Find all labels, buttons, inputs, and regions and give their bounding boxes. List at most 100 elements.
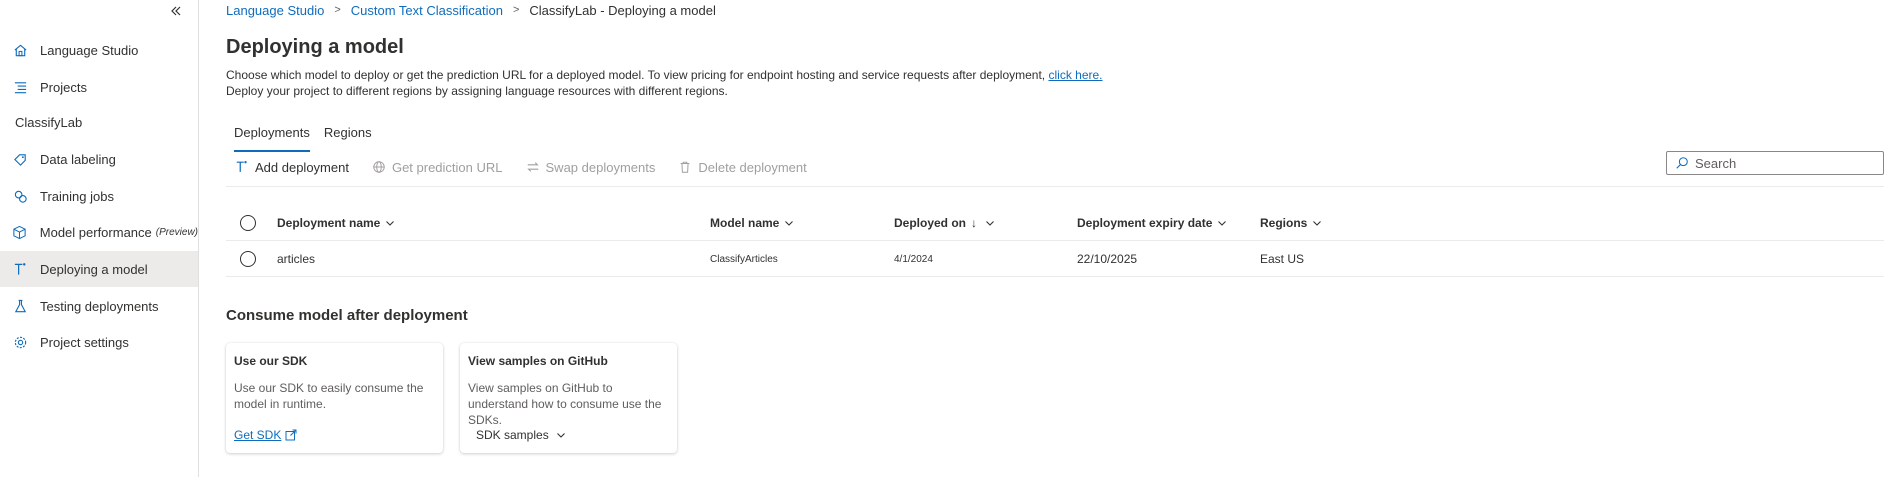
deploy-icon — [234, 159, 250, 175]
sidebar-item-project-settings[interactable]: Project settings — [0, 324, 198, 360]
sdk-samples-dropdown[interactable]: SDK samples — [476, 428, 566, 442]
sidebar-item-projects[interactable]: Projects — [0, 69, 198, 105]
breadcrumb-link-language-studio[interactable]: Language Studio — [226, 3, 324, 18]
project-name: ClassifyLab — [15, 115, 83, 130]
column-header-label: Regions — [1260, 216, 1308, 230]
select-all-radio-cell — [240, 205, 256, 241]
sdk-samples-label: SDK samples — [476, 428, 549, 442]
preview-tag: (Preview) — [155, 226, 198, 238]
chevron-down-icon — [1217, 218, 1227, 228]
external-link-icon — [285, 429, 297, 441]
breadcrumb: Language Studio > Custom Text Classifica… — [226, 0, 716, 20]
breadcrumb-link-custom-text-classification[interactable]: Custom Text Classification — [351, 3, 503, 18]
flask-icon — [12, 298, 28, 314]
cell-region: East US — [1260, 252, 1305, 266]
gear-icon — [12, 334, 28, 350]
cell-expiry-date: 22/10/2025 — [1077, 252, 1138, 266]
breadcrumb-current: ClassifyLab - Deploying a model — [529, 2, 716, 18]
chevron-down-icon — [1312, 218, 1322, 228]
get-sdk-link[interactable]: Get SDK — [234, 428, 297, 442]
sidebar-item-deploying-a-model[interactable]: Deploying a model — [0, 251, 198, 287]
description-line-2: Deploy your project to different regions… — [226, 84, 728, 98]
description-line-1: Choose which model to deploy or get the … — [226, 68, 1046, 82]
list-icon — [12, 79, 28, 95]
page-title: Deploying a model — [226, 36, 404, 58]
column-header-label: Model name — [710, 216, 780, 230]
page-description: Choose which model to deploy or get the … — [226, 67, 1103, 99]
sidebar: Language Studio Projects ClassifyLab Dat… — [0, 0, 199, 477]
column-header-model-name[interactable]: Model name — [710, 205, 794, 241]
delete-deployment-label: Delete deployment — [698, 159, 807, 175]
deployments-table: Deployment name Model name Deployed on ↓… — [226, 205, 1884, 277]
add-deployment-button[interactable]: Add deployment — [226, 159, 349, 175]
column-header-label: Deployment name — [277, 216, 381, 230]
divider — [226, 186, 1884, 187]
table-row[interactable]: articles ClassifyArticles 4/1/2024 22/10… — [226, 241, 1884, 277]
chevron-down-icon — [556, 430, 566, 440]
column-header-deployed-on[interactable]: Deployed on ↓ — [894, 205, 995, 241]
get-sdk-label: Get SDK — [234, 428, 282, 442]
home-icon — [12, 42, 28, 58]
command-bar: Add deployment Get prediction URL Swap d… — [226, 155, 821, 179]
table-header-row: Deployment name Model name Deployed on ↓… — [226, 205, 1884, 241]
get-prediction-url-label: Get prediction URL — [391, 159, 503, 175]
column-header-deployment-expiry-date[interactable]: Deployment expiry date — [1077, 205, 1227, 241]
row-radio-cell — [240, 241, 256, 277]
consume-section-title: Consume model after deployment — [226, 307, 468, 324]
chevron-down-icon — [784, 218, 794, 228]
collapse-sidebar-icon[interactable] — [166, 2, 186, 20]
chevron-right-icon: > — [512, 4, 520, 16]
sidebar-item-language-studio[interactable]: Language Studio — [0, 32, 198, 68]
select-all-radio[interactable] — [240, 215, 256, 231]
chevron-down-icon — [385, 218, 395, 228]
sidebar-item-label: Testing deployments — [40, 298, 159, 314]
pricing-link[interactable]: click here. — [1048, 68, 1102, 82]
cube-icon — [12, 224, 28, 240]
card-description: Use our SDK to easily consume the model … — [234, 381, 424, 411]
add-deployment-label: Add deployment — [255, 159, 349, 175]
tab-list: Deployments Regions — [226, 117, 386, 152]
card-title: View samples on GitHub — [468, 354, 608, 368]
sidebar-item-label: Model performance — [39, 224, 152, 240]
sidebar-item-label: Training jobs — [40, 188, 114, 204]
swap-deployments-button[interactable]: Swap deployments — [517, 159, 656, 175]
search-icon — [1675, 156, 1691, 170]
swap-deployments-label: Swap deployments — [545, 159, 656, 175]
chevron-right-icon: > — [334, 4, 341, 16]
cell-deployment-name: articles — [277, 252, 316, 266]
column-header-label: Deployed on — [894, 216, 967, 230]
swap-icon — [525, 159, 541, 175]
deploy-icon — [12, 261, 28, 277]
get-prediction-url-button[interactable]: Get prediction URL — [363, 159, 503, 175]
sidebar-item-testing-deployments[interactable]: Testing deployments — [0, 288, 198, 324]
sidebar-item-data-labeling[interactable]: Data labeling — [0, 141, 198, 177]
delete-deployment-button[interactable]: Delete deployment — [669, 159, 807, 175]
sort-descending-icon: ↓ — [971, 216, 978, 230]
training-icon — [12, 188, 28, 204]
globe-icon — [371, 159, 387, 175]
cell-model-name: ClassifyArticles — [710, 253, 778, 265]
column-header-label: Deployment expiry date — [1077, 216, 1213, 230]
sdk-card: Use our SDK Use our SDK to easily consum… — [226, 343, 443, 453]
column-header-deployment-name[interactable]: Deployment name — [277, 205, 395, 241]
search-box[interactable] — [1666, 151, 1884, 175]
tab-deployments[interactable]: Deployments — [226, 117, 310, 152]
sidebar-item-label: Project settings — [40, 334, 129, 350]
card-title: Use our SDK — [234, 354, 308, 368]
github-samples-card: View samples on GitHub View samples on G… — [460, 343, 677, 453]
sidebar-item-label: Data labeling — [40, 151, 116, 167]
sidebar-item-training-jobs[interactable]: Training jobs — [0, 178, 198, 214]
trash-icon — [677, 159, 693, 175]
cell-deployed-on: 4/1/2024 — [894, 253, 933, 265]
sidebar-item-label: Language Studio — [40, 42, 139, 58]
sidebar-item-label: Deploying a model — [40, 261, 148, 277]
card-description: View samples on GitHub to understand how… — [468, 381, 662, 427]
search-input[interactable] — [1695, 155, 1875, 171]
tag-icon — [12, 151, 28, 167]
column-header-regions[interactable]: Regions — [1260, 205, 1322, 241]
row-select-radio[interactable] — [240, 251, 256, 267]
tab-regions[interactable]: Regions — [316, 117, 380, 147]
sidebar-item-label: Projects — [40, 79, 87, 95]
sidebar-item-model-performance[interactable]: Model performance (Preview) — [0, 214, 198, 250]
chevron-down-icon — [985, 218, 995, 228]
